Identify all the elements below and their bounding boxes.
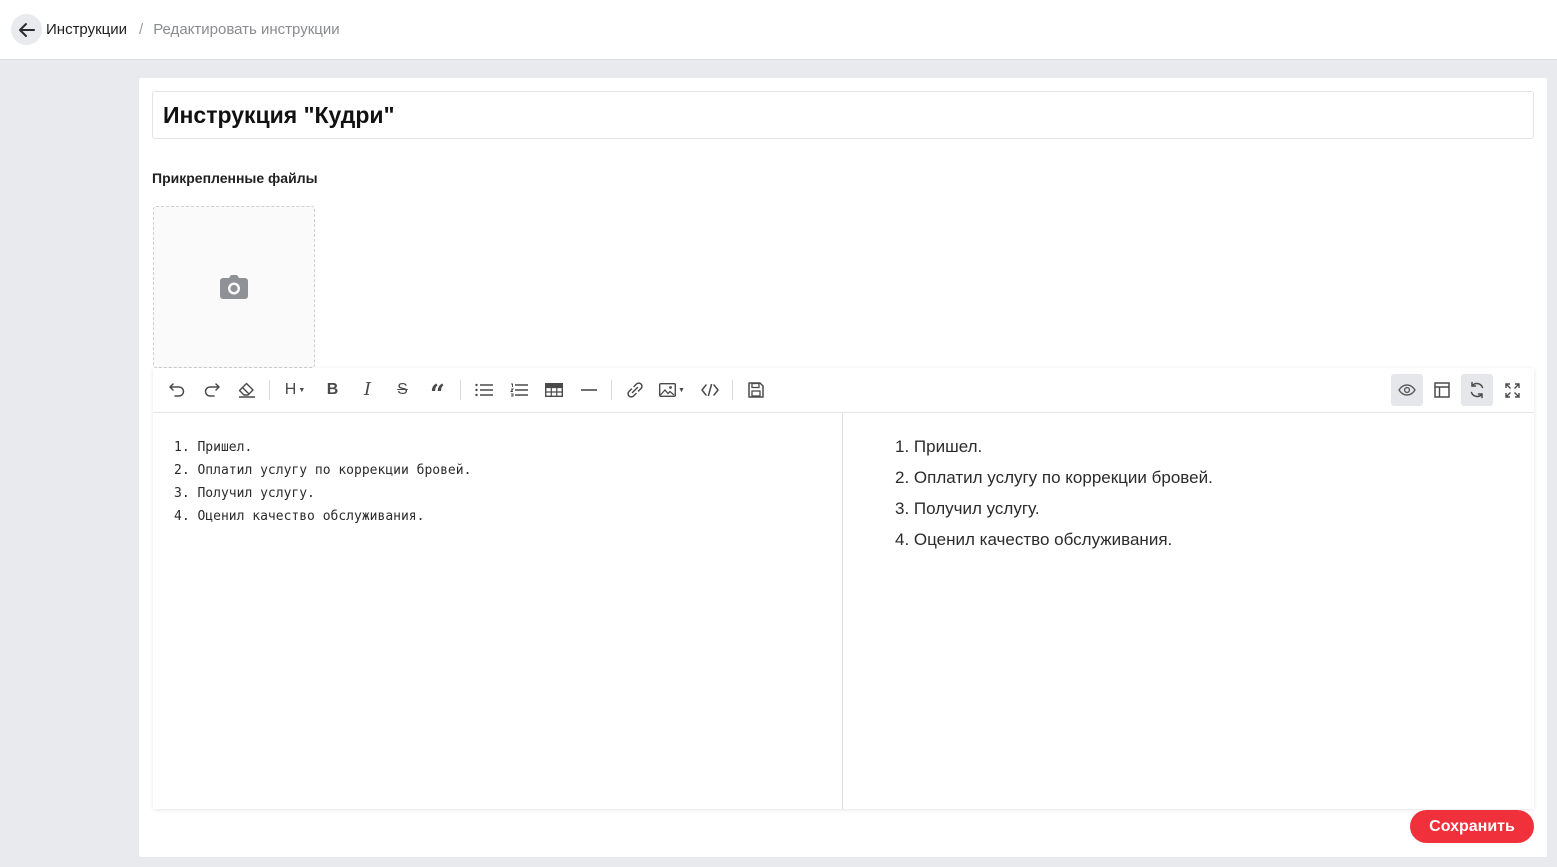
quote-icon: “ <box>430 380 445 410</box>
preview-list-item: 4. Оценил качество обслуживания. <box>895 530 1173 549</box>
redo-button[interactable] <box>194 374 229 406</box>
bulleted-list-button[interactable] <box>466 374 501 406</box>
breadcrumb-current: Редактировать инструкции <box>153 21 340 38</box>
fullscreen-button[interactable] <box>1496 374 1528 406</box>
preview-list-item: 2. Оплатил услугу по коррекции бровей. <box>895 468 1213 487</box>
quote-button[interactable]: “ <box>420 374 455 410</box>
horizontal-rule-button[interactable] <box>571 374 606 406</box>
undo-icon <box>168 383 184 397</box>
breadcrumb-parent[interactable]: Инструкции <box>46 21 127 38</box>
fullscreen-icon <box>1504 382 1520 398</box>
markdown-editor: H ▼ B I S “ ▼ 1. Пришел. 2. Оплатил услу… <box>153 368 1534 809</box>
toolbar-divider <box>732 380 733 400</box>
undo-button[interactable] <box>159 374 194 406</box>
image-button[interactable]: ▼ <box>652 374 692 406</box>
preview-toggle-button[interactable] <box>1391 374 1423 406</box>
editor-toolbar: H ▼ B I S “ ▼ <box>153 368 1534 413</box>
layout-icon <box>1434 382 1450 398</box>
preview-list-item: 1. Пришел. <box>895 437 983 456</box>
source-line: 3. Получил услугу. <box>174 486 315 501</box>
code-button[interactable] <box>692 374 727 406</box>
arrow-left-icon <box>18 22 35 37</box>
eraser-icon <box>238 382 255 398</box>
caret-down-icon: ▼ <box>298 386 306 394</box>
save-icon <box>747 382 764 398</box>
markdown-preview-pane: 1. Пришел. 2. Оплатил услугу по коррекци… <box>843 413 1534 809</box>
save-draft-button[interactable] <box>738 374 773 406</box>
strikethrough-icon: S <box>397 381 408 398</box>
bulleted-list-icon <box>474 383 493 397</box>
back-button[interactable] <box>11 14 42 45</box>
redo-icon <box>204 383 220 397</box>
preview-eye-icon <box>1398 384 1416 396</box>
table-button[interactable] <box>536 374 571 406</box>
link-button[interactable] <box>617 374 652 406</box>
upload-photo-button[interactable] <box>153 206 315 368</box>
numbered-list-button[interactable] <box>501 374 536 406</box>
strikethrough-button[interactable]: S <box>385 374 420 406</box>
sync-scroll-icon <box>1470 381 1484 399</box>
link-icon <box>626 382 643 398</box>
top-bar: Инструкции / Редактировать инструкции <box>0 0 1557 60</box>
save-button[interactable]: Сохранить <box>1410 810 1534 843</box>
clear-format-button[interactable] <box>229 374 264 406</box>
markdown-source-pane[interactable]: 1. Пришел. 2. Оплатил услугу по коррекци… <box>153 413 843 809</box>
toolbar-right-group <box>1388 374 1528 406</box>
camera-icon <box>220 275 248 299</box>
italic-icon: I <box>363 379 372 400</box>
preview-list-item: 3. Получил услугу. <box>895 499 1040 518</box>
numbered-list-icon <box>509 383 528 397</box>
editor-panes: 1. Пришел. 2. Оплатил услугу по коррекци… <box>153 413 1534 809</box>
heading-icon: H <box>284 381 297 398</box>
attachments-label: Прикрепленные файлы <box>152 170 318 186</box>
toolbar-divider <box>460 380 461 400</box>
heading-button[interactable]: H ▼ <box>275 374 315 406</box>
sync-scroll-button[interactable] <box>1461 374 1493 406</box>
layout-button[interactable] <box>1426 374 1458 406</box>
source-line: 1. Пришел. <box>174 440 253 455</box>
source-line: 2. Оплатил услугу по коррекции бровей. <box>174 463 472 478</box>
table-icon <box>544 383 563 397</box>
toolbar-divider <box>269 380 270 400</box>
source-line: 4. Оценил качество обслуживания. <box>174 509 425 524</box>
horizontal-rule-icon <box>580 389 597 391</box>
bold-icon: B <box>326 381 339 398</box>
toolbar-divider <box>611 380 612 400</box>
italic-button[interactable]: I <box>350 374 385 406</box>
bold-button[interactable]: B <box>315 374 350 406</box>
image-icon <box>659 383 677 397</box>
title-input[interactable]: Инструкция "Кудри" <box>152 91 1534 139</box>
code-icon <box>700 384 719 396</box>
caret-down-icon: ▼ <box>678 386 685 394</box>
breadcrumb-separator: / <box>139 21 144 38</box>
edit-card: Инструкция "Кудри" Прикрепленные файлы H… <box>139 78 1547 857</box>
